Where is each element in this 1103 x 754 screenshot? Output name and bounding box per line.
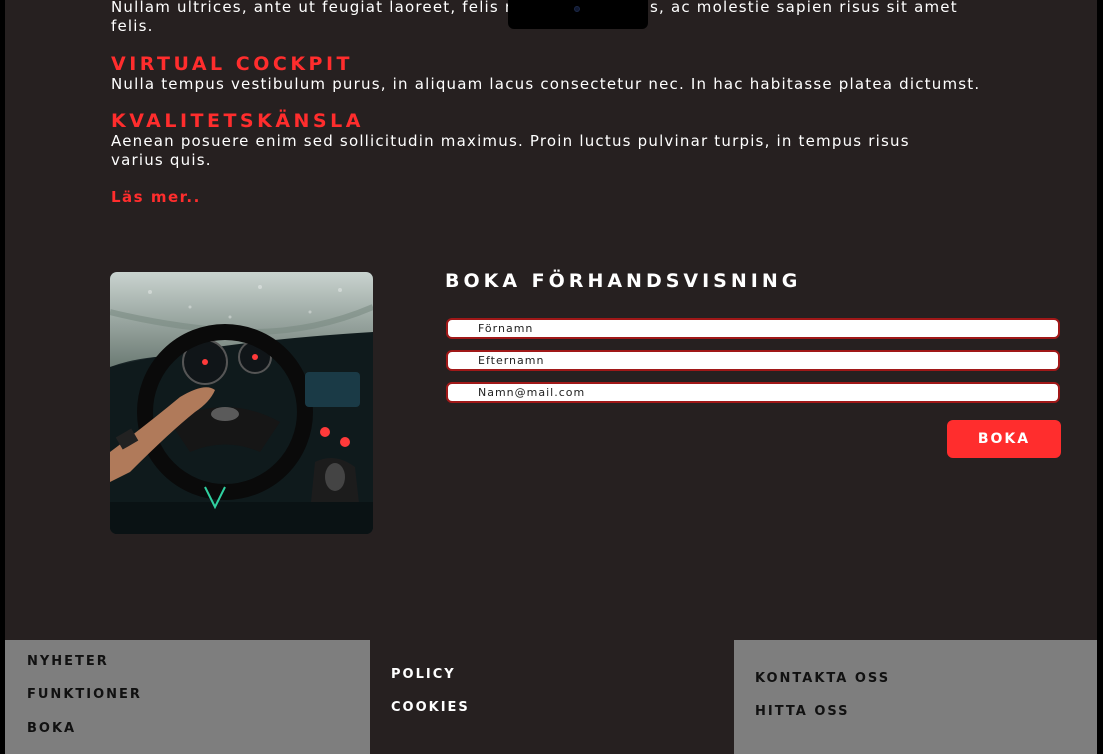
camera-icon bbox=[574, 6, 580, 12]
camera-notch bbox=[508, 0, 648, 29]
feature-title-virtual-cockpit: Virtual cockpit bbox=[111, 53, 353, 75]
steering-wheel-image bbox=[110, 272, 373, 534]
first-name-field[interactable] bbox=[446, 318, 1060, 339]
footer-column-1: Nyheter Funktioner Boka bbox=[5, 640, 370, 754]
last-name-field[interactable] bbox=[446, 350, 1060, 371]
feature-text-virtual-cockpit: Nulla tempus vestibulum purus, in aliqua… bbox=[111, 75, 981, 93]
footer-column-2: Policy Cookies bbox=[370, 640, 734, 754]
booking-title: Boka förhandsvisning bbox=[445, 270, 802, 292]
read-more-link[interactable]: Läs mer.. bbox=[111, 188, 201, 206]
footer-link-nyheter[interactable]: Nyheter bbox=[27, 654, 109, 669]
cockpit-photo bbox=[110, 272, 373, 534]
feature-text-kvalitetskansla: Aenean posuere enim sed sollicitudin max… bbox=[111, 132, 910, 169]
site-footer: Nyheter Funktioner Boka Policy Cookies K… bbox=[5, 640, 1097, 754]
page-frame: Nullam ultrices, ante ut feugiat laoreet… bbox=[5, 0, 1097, 754]
footer-link-cookies[interactable]: Cookies bbox=[391, 700, 470, 715]
footer-link-funktioner[interactable]: Funktioner bbox=[27, 687, 142, 702]
boka-submit-button[interactable]: Boka bbox=[947, 420, 1061, 458]
footer-link-boka[interactable]: Boka bbox=[27, 721, 76, 736]
email-field[interactable] bbox=[446, 382, 1060, 403]
footer-link-kontakta-oss[interactable]: Kontakta oss bbox=[755, 671, 890, 686]
feature-title-kvalitetskansla: Kvalitetskänsla bbox=[111, 110, 364, 132]
footer-link-hitta-oss[interactable]: Hitta oss bbox=[755, 704, 850, 719]
footer-link-policy[interactable]: Policy bbox=[391, 667, 456, 682]
footer-column-3: Kontakta oss Hitta oss bbox=[734, 640, 1097, 754]
